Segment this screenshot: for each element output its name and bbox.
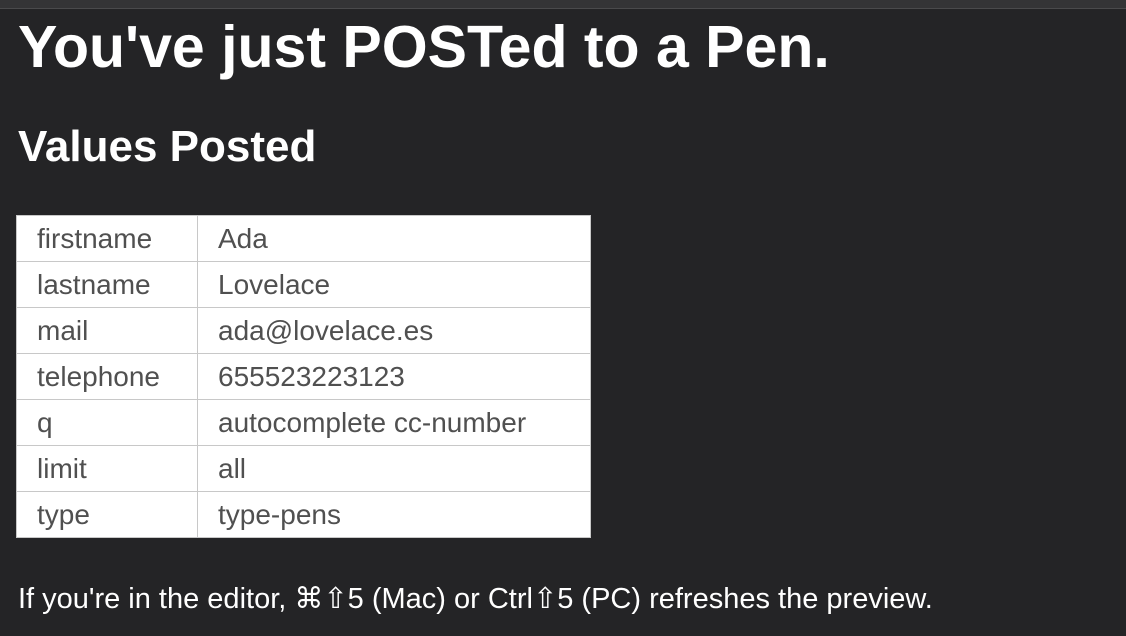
table-row: telephone 655523223123 bbox=[16, 353, 591, 400]
field-name: firstname bbox=[16, 215, 198, 262]
table-row: mail ada@lovelace.es bbox=[16, 307, 591, 354]
posted-values-table: firstname Ada lastname Lovelace mail ada… bbox=[16, 215, 591, 538]
field-name: q bbox=[16, 399, 198, 446]
field-value: 655523223123 bbox=[197, 353, 591, 400]
table-row: q autocomplete cc-number bbox=[16, 399, 591, 446]
field-value: Ada bbox=[197, 215, 591, 262]
table-row: limit all bbox=[16, 445, 591, 492]
field-name: mail bbox=[16, 307, 198, 354]
table-row: lastname Lovelace bbox=[16, 261, 591, 308]
field-value: Lovelace bbox=[197, 261, 591, 308]
field-name: type bbox=[16, 491, 198, 538]
field-value: type-pens bbox=[197, 491, 591, 538]
table-row: type type-pens bbox=[16, 491, 591, 538]
field-name: lastname bbox=[16, 261, 198, 308]
field-value: ada@lovelace.es bbox=[197, 307, 591, 354]
table-row: firstname Ada bbox=[16, 215, 591, 262]
field-value: all bbox=[197, 445, 591, 492]
top-frame-bar bbox=[0, 0, 1126, 9]
field-name: telephone bbox=[16, 353, 198, 400]
field-value: autocomplete cc-number bbox=[197, 399, 591, 446]
editor-refresh-hint: If you're in the editor, ⌘⇧5 (Mac) or Ct… bbox=[18, 583, 933, 615]
section-heading: Values Posted bbox=[18, 122, 317, 171]
field-name: limit bbox=[16, 445, 198, 492]
page-title: You've just POSTed to a Pen. bbox=[18, 14, 830, 80]
